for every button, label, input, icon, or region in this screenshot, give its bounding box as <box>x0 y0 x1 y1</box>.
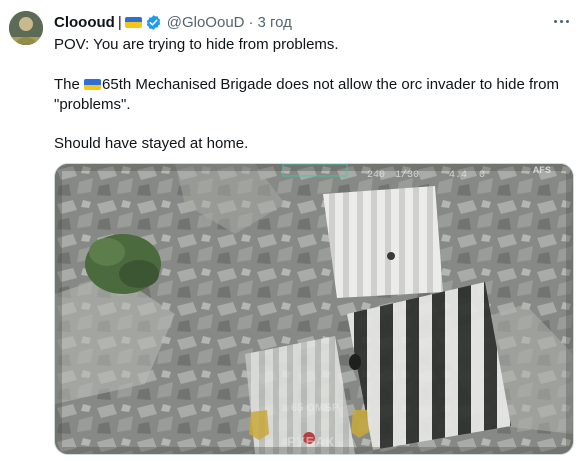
author-handle[interactable]: @GloOouD <box>167 14 245 31</box>
brigade-watermark-line2: РУБАК <box>287 434 335 449</box>
tweet-text-paragraph-2: The 65th Mechanised Brigade does not all… <box>54 75 574 115</box>
brigade-watermark-line1: 65 ОМБР <box>291 402 340 414</box>
separator-dot: · <box>248 13 254 31</box>
author-avatar[interactable] <box>9 11 43 45</box>
author-name[interactable]: Cloooud <box>54 14 115 31</box>
paragraph2-prefix: The <box>54 76 85 93</box>
osd-value-5: AFS <box>533 166 552 177</box>
tweet-text-paragraph-1: POV: You are trying to hide from problem… <box>54 36 339 53</box>
ukraine-flag-icon <box>124 16 142 28</box>
ukraine-flag-icon <box>84 79 102 90</box>
more-options-icon[interactable] <box>550 12 572 30</box>
tweet[interactable]: Cloooud | @GloOouD · 3 год POV: You are … <box>0 0 580 461</box>
timestamp[interactable]: 3 год <box>258 14 292 31</box>
osd-value-2: 1/30 <box>395 170 420 181</box>
verified-badge-icon[interactable] <box>145 14 162 31</box>
osd-value-1: 240 <box>367 170 386 181</box>
tweet-header: Cloooud | @GloOouD · 3 год <box>54 12 292 32</box>
tweet-text-paragraph-3: Should have stayed at home. <box>54 135 249 152</box>
osd-value-3: 4.4 <box>449 170 468 181</box>
tweet-media-video[interactable]: 240 1/30 4.4 0 AFS 65 ОМБР РУБАК <box>54 163 574 455</box>
name-separator: | <box>117 13 122 31</box>
paragraph2-body: 65th Mechanised Brigade does not allow t… <box>54 76 559 113</box>
osd-value-4: 0 <box>479 170 486 181</box>
